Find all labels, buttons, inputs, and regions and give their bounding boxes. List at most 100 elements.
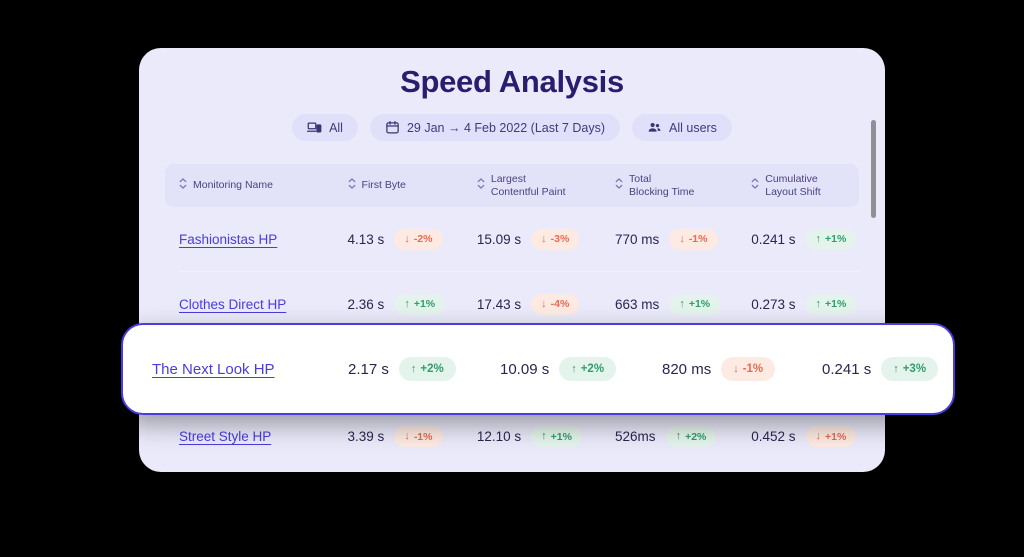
metric-value: 0.241 s [751,231,796,247]
column-header-label: Total Blocking Time [629,172,695,198]
metric-value: 17.43 s [476,296,522,312]
metric-value: 12.10 s [476,429,522,444]
delta-value: -2% [413,233,433,245]
delta-badge: ↓ +1% [805,426,857,447]
delta-badge: ↑ +2% [398,357,456,381]
column-header-cumulative-layout-shift[interactable]: Cumulative Layout Shift [751,173,859,199]
metric-cell: 0.452 s ↓ +1% [751,426,859,447]
metric-value: 3.39 s [347,429,385,444]
delta-value: +1% [825,233,847,245]
delta-value: +1% [825,430,847,443]
arrow-up-icon: ↑ [541,430,547,442]
column-header-label: Largest Contentful Paint [490,172,566,198]
metric-value: 0.241 s [822,360,872,378]
arrow-down-icon: ↓ [541,297,547,310]
filter-pill-label: All users [669,120,717,135]
sort-icon[interactable] [348,176,356,195]
delta-value: -1% [688,233,708,245]
metric-cell: 663 ms ↑ +1% [615,293,751,315]
column-header-total-blocking-time[interactable]: Total Blocking Time [615,173,751,199]
arrow-up-icon: ↑ [571,362,577,375]
scrollbar-thumb[interactable] [871,120,876,218]
delta-value: +2% [685,430,707,443]
monitoring-name-cell: Street Style HP [179,429,348,444]
metric-cell: 0.241 s ↑ +3% [822,357,942,381]
delta-value: +2% [420,363,444,375]
delta-value: +1% [688,298,711,310]
metric-cell: 820 ms ↓ -1% [662,357,822,381]
filter-bar: All 29 Jan → 4 Feb 2022 (Last 7 Days) All … [139,114,885,141]
monitoring-name-link[interactable]: Street Style HP [179,429,271,444]
delta-value: -3% [550,233,570,245]
metric-cell: 4.13 s ↓ -2% [348,228,477,250]
monitoring-name-link[interactable]: Fashionistas HP [179,232,277,247]
filter-pill-users[interactable]: All users [632,114,732,141]
arrow-up-icon: ↑ [815,232,822,245]
arrow-down-icon: ↓ [404,430,410,442]
metric-cell: 10.09 s ↑ +2% [500,357,662,381]
metric-value: 770 ms [615,231,660,247]
delta-value: +2% [580,363,605,375]
metric-cell: 12.10 s ↑ +1% [477,426,615,447]
delta-badge: ↑ +1% [531,426,582,447]
page-title: Speed Analysis [400,64,624,99]
delta-badge: ↑ +3% [881,357,939,381]
delta-value: -4% [550,298,570,310]
metric-value: 0.452 s [751,429,796,444]
delta-badge: ↑ +1% [805,293,857,315]
highlighted-table-row[interactable]: The Next Look HP 2.17 s ↑ +2% 10.09 s ↑ +2% 820… [121,323,955,415]
metric-value: 820 ms [662,360,712,378]
metric-cell: 526ms ↑ +2% [615,426,751,447]
column-header-largest-contentful-paint[interactable]: Largest Contentful Paint [477,173,615,199]
arrow-down-icon: ↓ [679,232,685,245]
table-row[interactable]: Fashionistas HP 4.13 s ↓ -2% 15.09 s ↓ -3% 770 … [179,207,859,272]
sort-icon[interactable] [179,176,187,195]
metric-cell: 2.17 s ↑ +2% [348,357,500,381]
column-header-monitoring-name[interactable]: Monitoring Name [179,176,348,195]
column-header-label: Monitoring Name [193,179,273,192]
sort-icon[interactable] [751,176,759,195]
monitoring-name-link[interactable]: Clothes Direct HP [179,297,286,312]
delta-value: -1% [413,430,433,443]
delta-value: +1% [825,298,847,310]
monitoring-name-cell: Clothes Direct HP [179,297,348,312]
arrow-up-icon: ↑ [410,362,417,375]
metric-value: 526ms [615,429,656,444]
filter-pill-calendar[interactable]: 29 Jan → 4 Feb 2022 (Last 7 Days) [369,114,620,141]
filter-pill-devices[interactable]: All [292,114,358,141]
metric-cell: 2.36 s ↑ +1% [348,293,477,315]
metric-value: 15.09 s [476,231,522,247]
sort-icon[interactable] [477,176,485,195]
speed-analysis-table: Monitoring Name First Byte Largest Content… [165,164,859,469]
arrow-up-icon: ↑ [404,297,410,310]
delta-value: -1% [742,363,764,375]
delta-value: +3% [902,363,927,375]
filter-pill-label: 29 Jan → 4 Feb 2022 (Last 7 Days) [406,120,605,135]
filter-pill-label: All [329,120,343,135]
arrow-up-icon: ↑ [893,362,899,375]
arrow-down-icon: ↓ [541,232,547,245]
devices-icon [307,120,322,135]
delta-badge: ↓ -1% [669,228,718,250]
metric-value: 0.273 s [751,296,796,312]
monitoring-name-link[interactable]: The Next Look HP [152,361,275,378]
sort-icon[interactable] [615,176,623,195]
delta-badge: ↓ -2% [394,228,443,250]
delta-badge: ↑ +2% [665,426,717,447]
delta-badge: ↑ +2% [559,357,617,381]
delta-value: +1% [413,298,436,310]
monitoring-name-cell: Fashionistas HP [179,232,348,247]
delta-badge: ↓ -1% [394,426,443,447]
arrow-down-icon: ↓ [733,362,739,375]
calendar-icon [385,120,400,135]
column-header-first-byte[interactable]: First Byte [348,176,477,195]
monitoring-name-cell: The Next Look HP [152,361,348,378]
delta-badge: ↑ +1% [394,293,446,315]
delta-badge: ↓ -1% [721,357,776,381]
column-header-label: Cumulative Layout Shift [765,172,821,198]
column-header-label: First Byte [361,179,406,192]
users-icon [647,120,662,135]
delta-badge: ↓ -3% [531,228,580,250]
metric-cell: 770 ms ↓ -1% [615,228,751,250]
metric-value: 10.09 s [500,360,550,378]
